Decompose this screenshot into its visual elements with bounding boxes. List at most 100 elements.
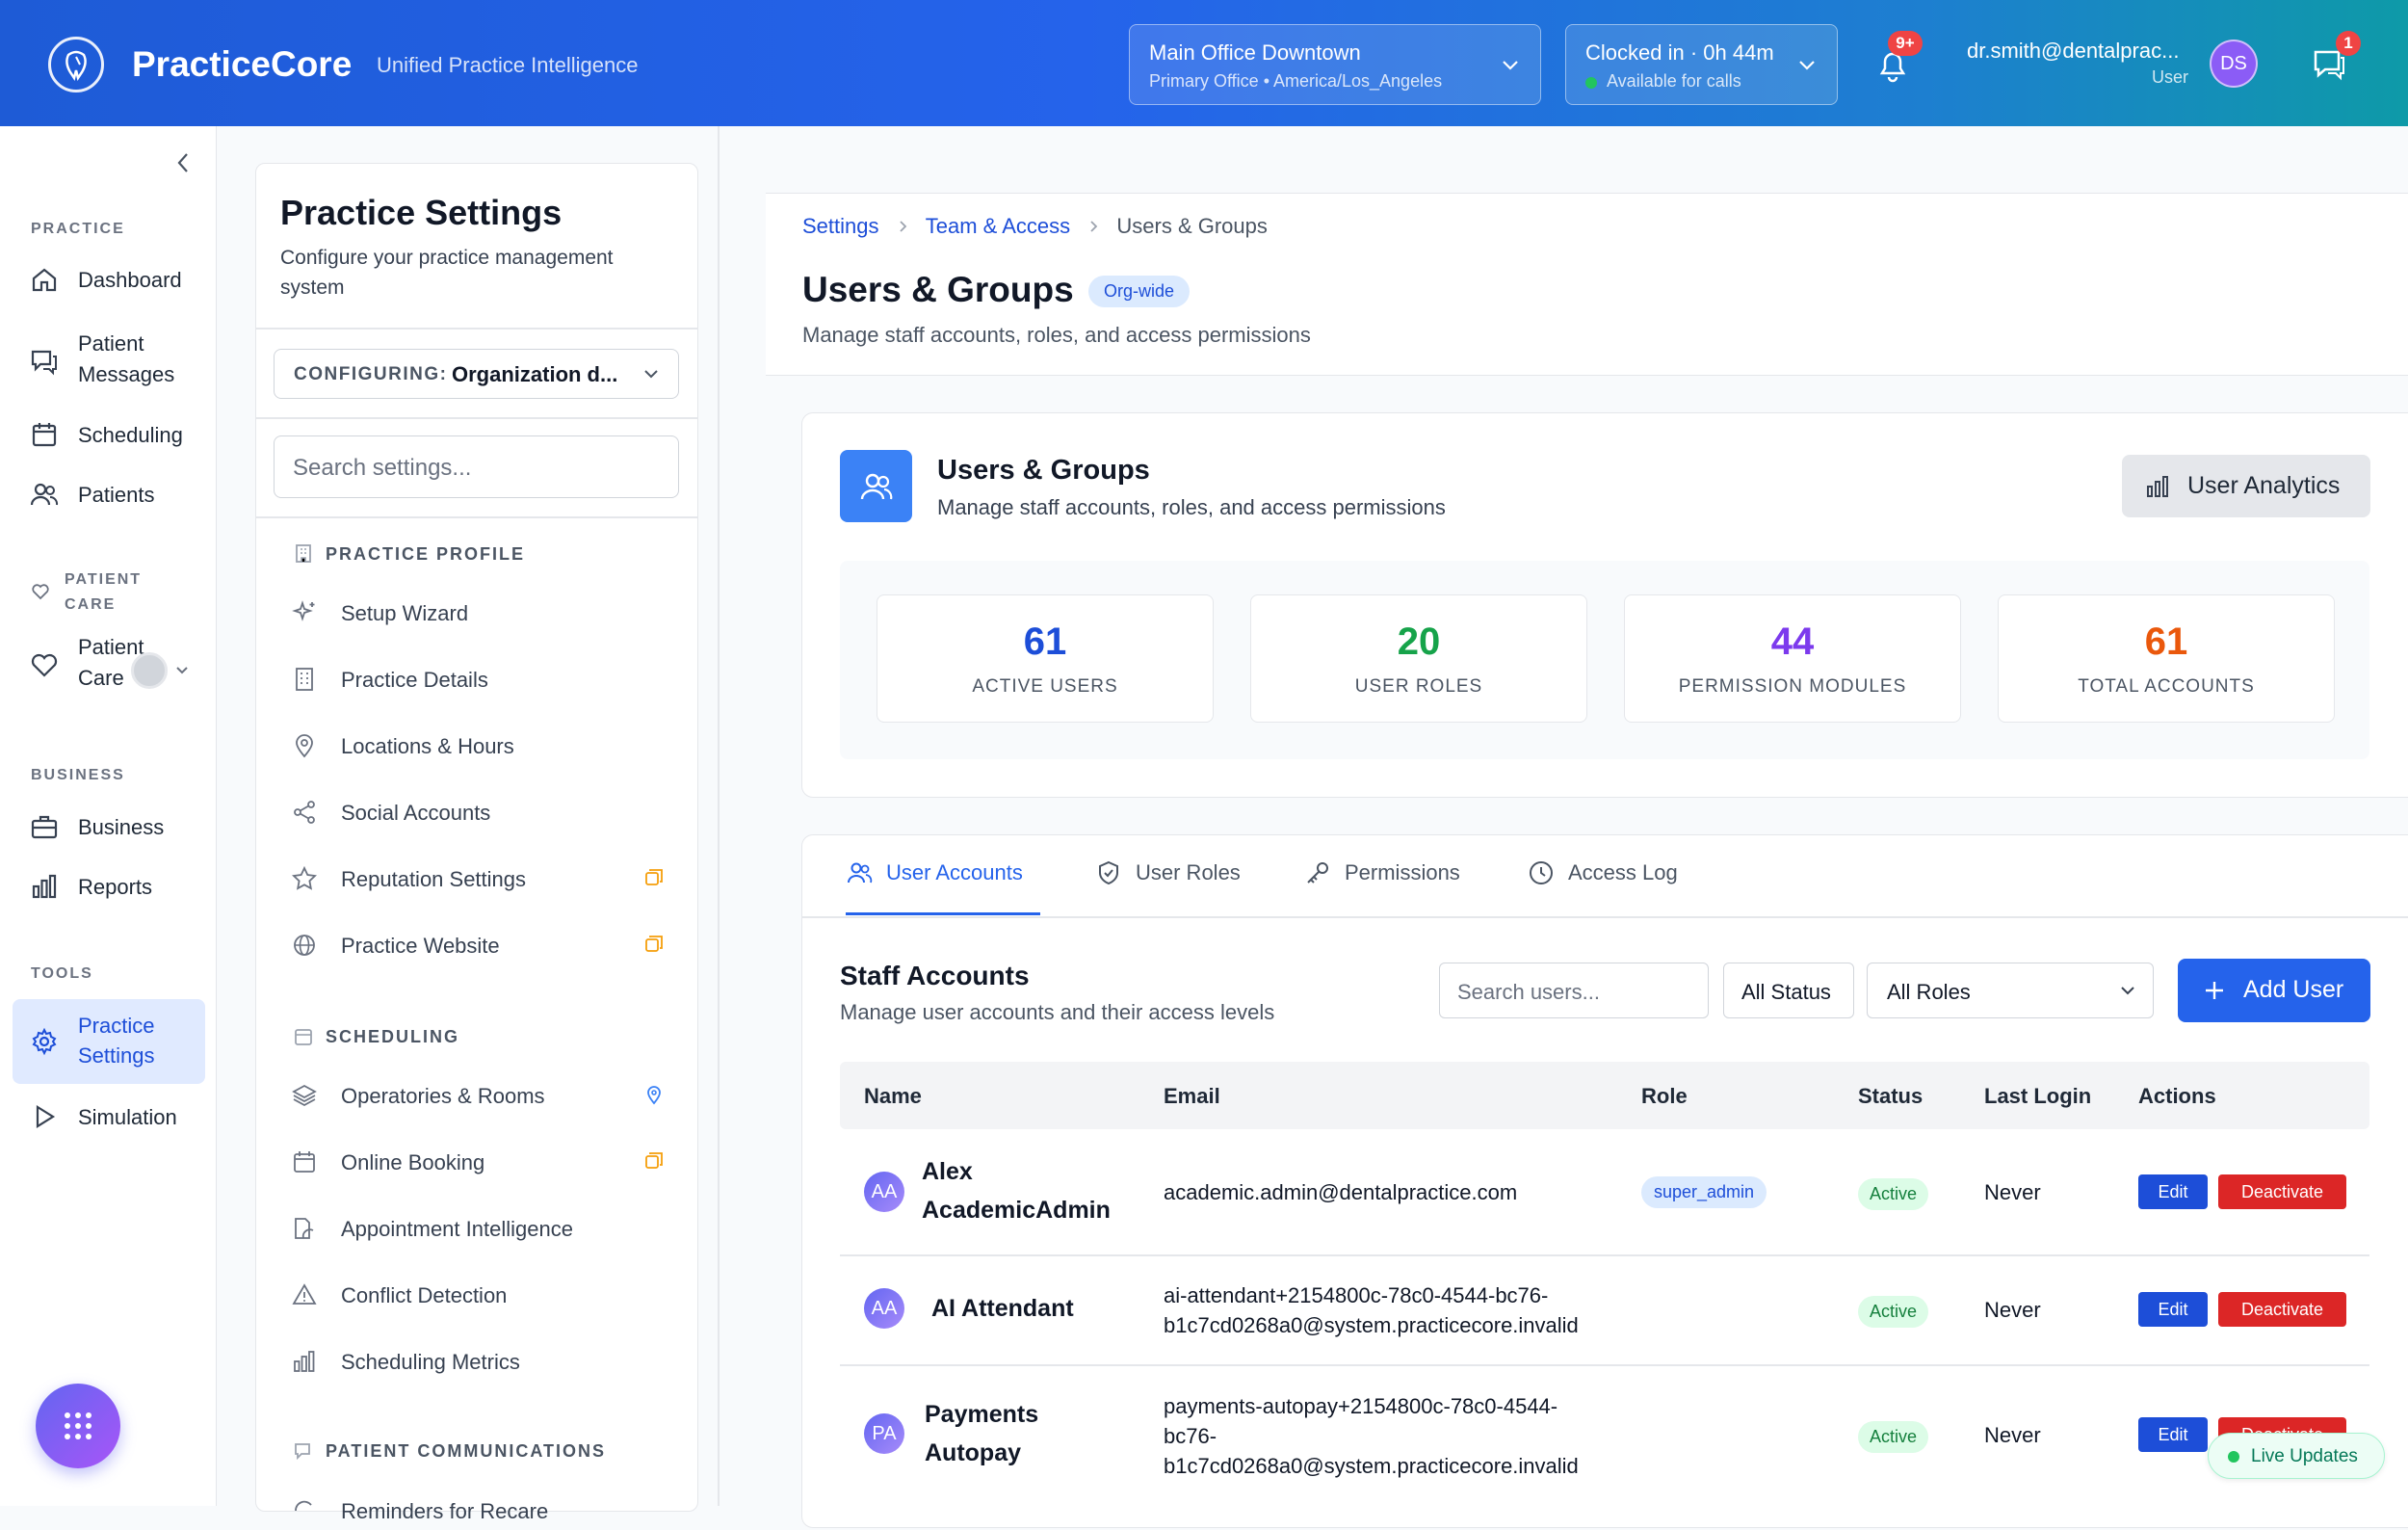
users-icon <box>846 859 873 886</box>
settings-item-locations-hours[interactable]: Locations & Hours <box>291 726 676 765</box>
settings-item-label: Appointment Intelligence <box>341 1217 573 1241</box>
chevron-right-icon <box>895 219 910 234</box>
column-header-last-login[interactable]: Last Login <box>1984 1084 2091 1109</box>
user-avatar[interactable]: DS <box>2210 40 2258 88</box>
configuring-value: Organization d... <box>452 362 618 386</box>
section-label-tools: TOOLS <box>31 965 93 982</box>
settings-panel: Practice Settings Configure your practic… <box>255 163 698 1523</box>
heart-icon <box>30 650 59 679</box>
settings-item-reputation-settings[interactable]: Reputation Settings <box>291 859 676 898</box>
avatar: AA <box>864 1288 904 1329</box>
nav-patients[interactable]: Patients <box>13 471 205 519</box>
play-icon <box>30 1102 59 1131</box>
configuring-scope-select[interactable]: CONFIGURING: Organization d... <box>274 349 679 399</box>
live-updates-indicator[interactable]: Live Updates <box>2208 1433 2385 1479</box>
nav-patient-messages[interactable]: Patient Messages <box>13 324 205 401</box>
settings-item-conflict-detection[interactable]: Conflict Detection <box>291 1276 676 1314</box>
user-email[interactable]: dr.smith@dentalprac... <box>1967 39 2179 64</box>
settings-item-appointment-intelligence[interactable]: Appointment Intelligence <box>291 1209 676 1248</box>
edit-button[interactable]: Edit <box>2138 1174 2208 1209</box>
edit-button[interactable]: Edit <box>2138 1292 2208 1327</box>
settings-item-practice-website[interactable]: Practice Website <box>291 926 676 964</box>
top-bar: PracticeCore Unified Practice Intelligen… <box>0 0 2408 126</box>
practicecore-logo-icon[interactable] <box>48 37 104 92</box>
row-divider <box>840 1364 2369 1366</box>
nav-practice-settings[interactable]: Practice Settings <box>13 999 205 1084</box>
group-label-practice-profile: PRACTICE PROFILE <box>326 544 526 564</box>
add-user-button[interactable]: Add User <box>2178 959 2370 1022</box>
breadcrumb-settings[interactable]: Settings <box>802 214 879 239</box>
settings-item-setup-wizard[interactable]: Setup Wizard <box>291 594 676 632</box>
last-login: Never <box>1984 1180 2041 1204</box>
settings-item-scheduling-metrics[interactable]: Scheduling Metrics <box>291 1342 676 1381</box>
tab-user-roles[interactable]: User Roles <box>1095 856 1249 915</box>
stat-label: ACTIVE USERS <box>972 676 1118 697</box>
user-name-line1: Alex <box>922 1158 973 1185</box>
column-header-role[interactable]: Role <box>1641 1084 1688 1109</box>
settings-search-input[interactable]: Search settings... <box>274 435 679 498</box>
role-filter-select[interactable]: All Roles <box>1867 963 2154 1018</box>
deactivate-button[interactable]: Deactivate <box>2218 1174 2346 1209</box>
breadcrumb-team-access[interactable]: Team & Access <box>926 214 1070 239</box>
location-detail: Primary Office • America/Los_Angeles <box>1149 71 1443 91</box>
nav-business[interactable]: Business <box>13 804 205 852</box>
settings-item-practice-details[interactable]: Practice Details <box>291 660 676 699</box>
nav-reports[interactable]: Reports <box>13 863 205 911</box>
tab-access-log[interactable]: Access Log <box>1528 856 1701 915</box>
add-user-label: Add User <box>2243 976 2344 1003</box>
column-header-status[interactable]: Status <box>1858 1084 1923 1109</box>
user-email-line3: b1c7cd0268a0@system.practicecore.invalid <box>1164 1454 1579 1478</box>
building-icon <box>293 542 314 564</box>
stat-user-roles: 20 USER ROLES <box>1250 594 1587 723</box>
plus-icon <box>2204 980 2225 1001</box>
location-selector[interactable]: Main Office Downtown Primary Office • Am… <box>1129 24 1541 105</box>
settings-item-label: Locations & Hours <box>341 734 514 758</box>
map-pin-icon <box>291 732 318 759</box>
column-header-name[interactable]: Name <box>864 1084 922 1109</box>
availability-dot-icon <box>1585 77 1597 89</box>
content-divider <box>718 126 720 1506</box>
messages-icon <box>30 348 59 377</box>
nav-label: Patients <box>78 483 155 507</box>
settings-item-label: Reminders for Recare <box>341 1499 549 1523</box>
users-icon <box>840 450 912 522</box>
overview-title: Users & Groups <box>937 455 1150 486</box>
collapse-sidebar-icon[interactable] <box>173 150 193 175</box>
nav-scheduling[interactable]: Scheduling <box>13 411 205 460</box>
calendar-icon <box>30 420 59 449</box>
settings-item-label: Online Booking <box>341 1150 485 1174</box>
chevron-right-icon <box>1086 219 1101 234</box>
live-updates-label: Live Updates <box>2251 1446 2358 1466</box>
tab-user-accounts[interactable]: User Accounts <box>846 856 1040 915</box>
nav-dashboard[interactable]: Dashboard <box>13 256 205 304</box>
stat-permission-modules: 44 PERMISSION MODULES <box>1624 594 1961 723</box>
scope-badge: Org-wide <box>1088 276 1191 307</box>
calendar-icon <box>293 1026 314 1047</box>
nav-label: Reports <box>78 875 153 899</box>
column-header-email[interactable]: Email <box>1164 1084 1220 1109</box>
search-users-input[interactable]: Search users... <box>1439 963 1709 1018</box>
nav-patient-care[interactable]: Patient Care <box>13 627 205 704</box>
stat-value: 20 <box>1397 620 1441 663</box>
brand-name[interactable]: PracticeCore <box>132 44 352 85</box>
clock-status-selector[interactable]: Clocked in · 0h 44m Available for calls <box>1565 24 1838 105</box>
chevron-down-icon <box>641 364 661 383</box>
group-label-patient-communications: PATIENT COMMUNICATIONS <box>326 1441 606 1461</box>
apps-launcher-button[interactable] <box>36 1384 120 1468</box>
tab-permissions[interactable]: Permissions <box>1304 856 1478 915</box>
settings-item-reminders[interactable]: Reminders for Recare <box>291 1491 676 1530</box>
deactivate-button[interactable]: Deactivate <box>2218 1292 2346 1327</box>
nav-simulation[interactable]: Simulation <box>13 1094 205 1142</box>
status-filter-select[interactable]: All Status <box>1723 963 1854 1018</box>
bar-chart-icon <box>30 872 59 901</box>
chevron-down-icon[interactable] <box>174 662 190 677</box>
user-role: User <box>2152 67 2189 87</box>
settings-item-operatories-rooms[interactable]: Operatories & Rooms <box>291 1076 676 1115</box>
user-analytics-button[interactable]: User Analytics <box>2122 455 2370 517</box>
heart-icon <box>31 582 50 601</box>
edit-button[interactable]: Edit <box>2138 1417 2208 1452</box>
tab-label: User Accounts <box>886 860 1023 884</box>
settings-item-social-accounts[interactable]: Social Accounts <box>291 793 676 831</box>
settings-item-online-booking[interactable]: Online Booking <box>291 1143 676 1181</box>
staff-accounts-subtitle: Manage user accounts and their access le… <box>840 1000 1275 1024</box>
